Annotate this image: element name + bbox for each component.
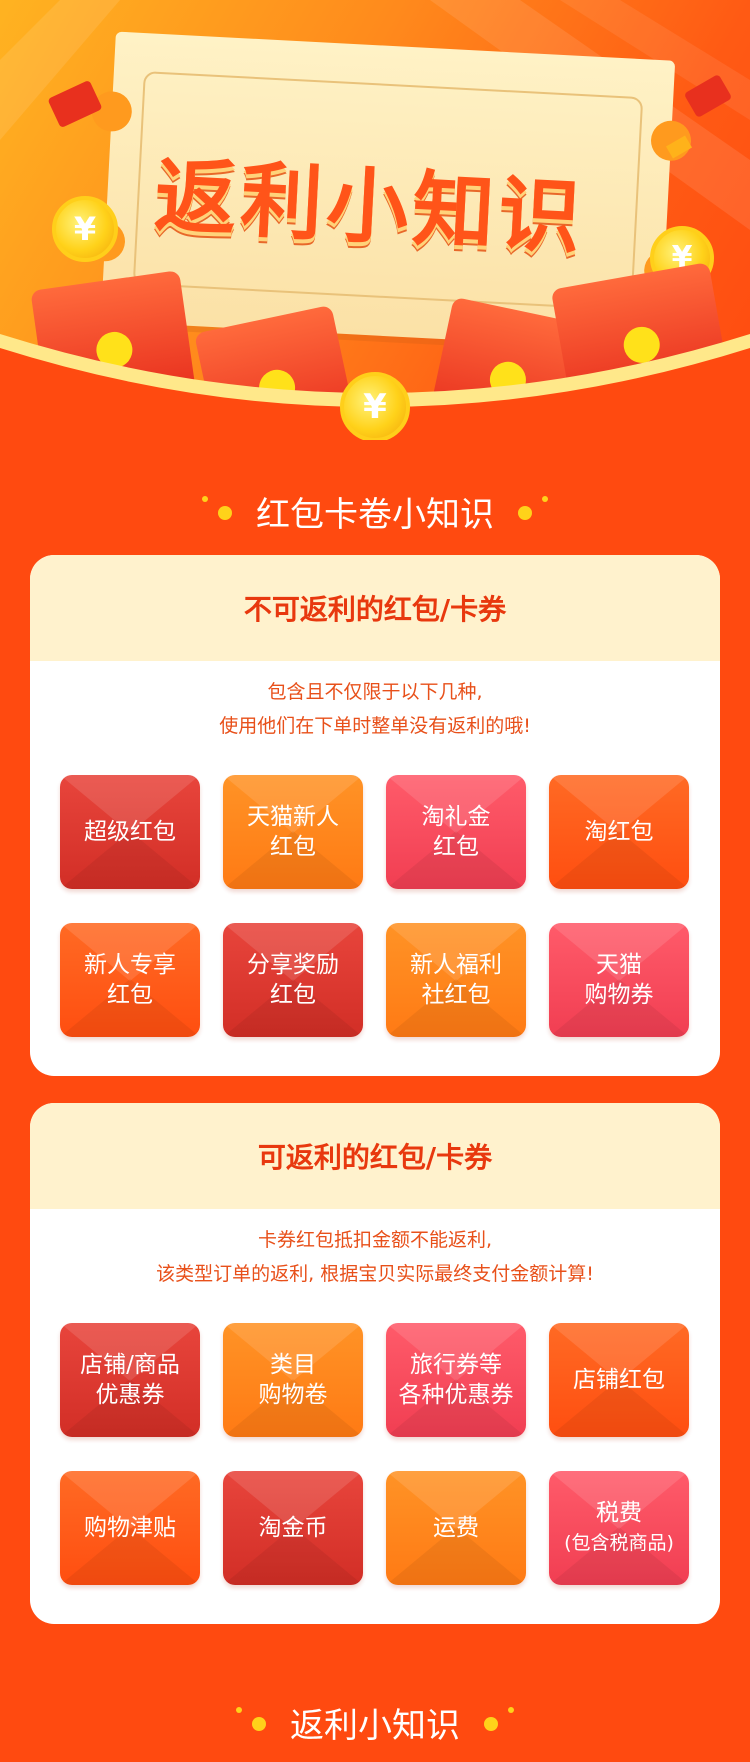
coupon-tile-text: 淘红包: [584, 819, 654, 845]
coupon-tile-text: 旅行券等 各种优惠券: [398, 1352, 514, 1408]
decor-dots: [202, 496, 232, 526]
coupon-tile-text: 店铺红包: [573, 1367, 665, 1393]
coupon-tile-label: 淘红包: [581, 817, 658, 847]
card-rebate: 可返利的红包/卡券 卡券红包抵扣金额不能返利, 该类型订单的返利, 根据宝贝实际…: [30, 1103, 720, 1624]
coupon-tile-label: 店铺红包: [569, 1365, 669, 1395]
card-description: 卡券红包抵扣金额不能返利, 该类型订单的返利, 根据宝贝实际最终支付金额计算!: [30, 1223, 720, 1291]
coupon-tile-label: 超级红包: [80, 817, 180, 847]
coupon-tile: 超级红包: [60, 775, 200, 889]
coupon-tile-label: 店铺/商品 优惠券: [76, 1350, 184, 1410]
coupon-tile-text: 淘金币: [258, 1515, 328, 1541]
coupon-tile: 店铺红包: [549, 1323, 689, 1437]
coupon-tile: 淘礼金 红包: [386, 775, 526, 889]
coupon-tile-text: 类目 购物卷: [258, 1352, 328, 1408]
desc-line: 该类型订单的返利, 根据宝贝实际最终支付金额计算!: [156, 1263, 594, 1285]
section-heading-rebate-tips: 返利小知识: [0, 1697, 750, 1747]
coupon-tile-text: 分享奖励 红包: [247, 952, 339, 1008]
coupon-tile-text: 新人福利 社红包: [410, 952, 502, 1008]
coupon-tile-text: 运费: [433, 1515, 479, 1541]
coupon-tile-text: 新人专享 红包: [84, 952, 176, 1008]
section-heading-text: 返利小知识: [290, 1705, 460, 1746]
card-title: 不可返利的红包/卡券: [30, 555, 720, 661]
coupon-tile-label: 类目 购物卷: [255, 1350, 332, 1410]
coupon-tile-text: 天猫 购物券: [584, 952, 654, 1008]
coupon-tile: 运费: [386, 1471, 526, 1585]
coupon-tile-label: 税费 (包含税商品): [560, 1498, 678, 1558]
card-title: 可返利的红包/卡券: [30, 1103, 720, 1209]
coupon-tile: 天猫 购物券: [549, 923, 689, 1037]
decor-dots: [518, 496, 548, 526]
desc-line: 使用他们在下单时整单没有返利的哦!: [219, 715, 531, 737]
coupon-tile: 淘红包: [549, 775, 689, 889]
coupon-tile-label: 天猫 购物券: [581, 950, 658, 1010]
coupon-tile-text: 税费: [595, 1500, 642, 1526]
coupon-tile: 新人福利 社红包: [386, 923, 526, 1037]
desc-line: 包含且不仅限于以下几种,: [267, 681, 483, 703]
coupon-tile-label: 天猫新人 红包: [243, 802, 343, 862]
coupon-tile-text: 天猫新人 红包: [247, 804, 339, 860]
coupon-tile-label: 运费: [429, 1513, 483, 1543]
center-coin-icon: ¥: [340, 372, 410, 440]
desc-line: 卡券红包抵扣金额不能返利,: [257, 1229, 493, 1251]
section-heading-text: 红包卡卷小知识: [256, 494, 494, 535]
coupon-tile: 类目 购物卷: [223, 1323, 363, 1437]
hero-banner: 返利小知识 ¥ ¥ ¥: [0, 0, 750, 440]
card-description: 包含且不仅限于以下几种, 使用他们在下单时整单没有返利的哦!: [30, 675, 720, 743]
coupon-tile-label: 淘礼金 红包: [418, 802, 495, 862]
coupon-tile-text: 超级红包: [84, 819, 176, 845]
card-no-rebate: 不可返利的红包/卡券 包含且不仅限于以下几种, 使用他们在下单时整单没有返利的哦…: [30, 555, 720, 1076]
coupon-tile-label: 新人福利 社红包: [406, 950, 506, 1010]
coupon-tile-label: 购物津贴: [80, 1513, 180, 1543]
coupon-grid: 店铺/商品 优惠券 类目 购物卷 旅行券等 各种优惠券 店铺红包购物津贴 淘金币 运费 税费…: [60, 1323, 690, 1585]
coupon-tile-label: 新人专享 红包: [80, 950, 180, 1010]
coupon-tile-label: 分享奖励 红包: [243, 950, 343, 1010]
coupon-tile-label: 旅行券等 各种优惠券: [395, 1350, 518, 1410]
coupon-tile: 分享奖励 红包: [223, 923, 363, 1037]
coupon-grid: 超级红包 天猫新人 红包 淘礼金 红包 淘红包新人专享 红包 分享奖励 红包 新人福利 社…: [60, 775, 690, 1037]
coupon-tile: 店铺/商品 优惠券: [60, 1323, 200, 1437]
coupon-tile-text: 淘礼金 红包: [421, 804, 491, 860]
section-heading-card-tips: 红包卡卷小知识: [0, 486, 750, 536]
coupon-tile-text: 购物津贴: [84, 1515, 176, 1541]
coupon-tile: 税费 (包含税商品): [549, 1471, 689, 1585]
decor-dots: [484, 1707, 514, 1737]
coupon-tile: 淘金币: [223, 1471, 363, 1585]
coupon-tile: 购物津贴: [60, 1471, 200, 1585]
coupon-tile: 新人专享 红包: [60, 923, 200, 1037]
decor-dots: [236, 1707, 266, 1737]
coupon-tile: 旅行券等 各种优惠券: [386, 1323, 526, 1437]
coupon-tile-subtext: (包含税商品): [564, 1532, 674, 1554]
coupon-tile-text: 店铺/商品 优惠券: [80, 1352, 180, 1408]
coupon-tile: 天猫新人 红包: [223, 775, 363, 889]
coupon-tile-label: 淘金币: [255, 1513, 332, 1543]
